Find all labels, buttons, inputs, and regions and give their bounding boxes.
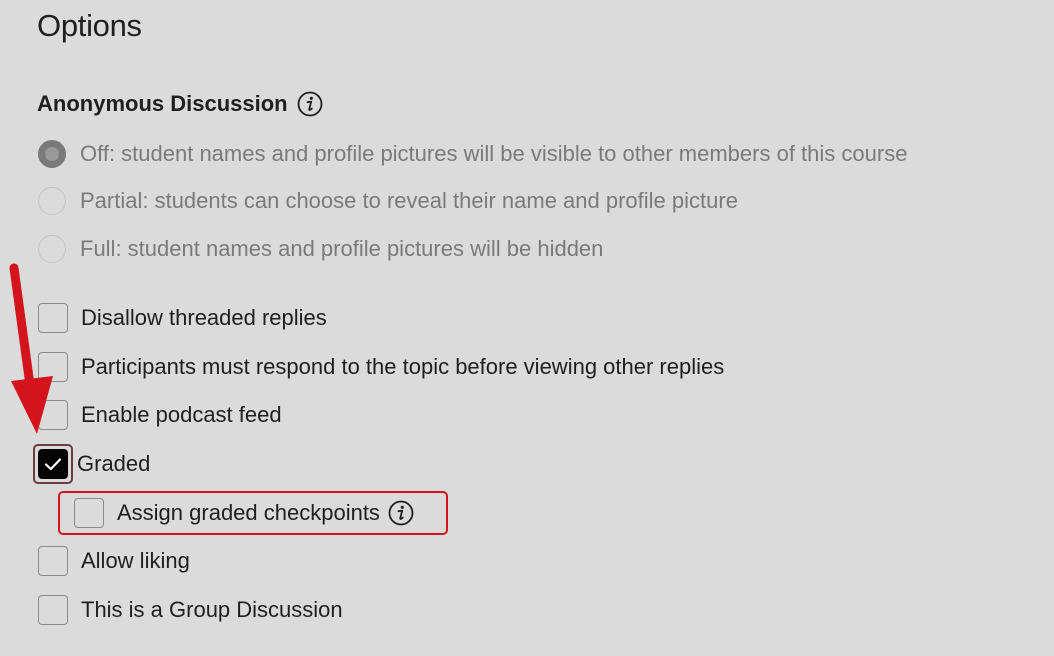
anonymous-discussion-label: Anonymous Discussion (37, 91, 288, 116)
options-heading: Options (37, 8, 142, 43)
must-respond-option[interactable]: Participants must respond to the topic b… (38, 351, 724, 383)
disallow-threaded-option[interactable]: Disallow threaded replies (38, 302, 327, 334)
graded-focus-ring (33, 444, 73, 484)
group-discussion-option[interactable]: This is a Group Discussion (38, 594, 343, 626)
podcast-feed-option[interactable]: Enable podcast feed (38, 399, 282, 431)
anonymous-option-full[interactable]: Full: student names and profile pictures… (38, 233, 603, 265)
anonymous-option-off-label: Off: student names and profile pictures … (80, 141, 908, 166)
anonymous-option-off[interactable]: Off: student names and profile pictures … (38, 138, 907, 170)
graded-checkpoints-label: Assign graded checkpoints (117, 500, 380, 525)
anonymous-discussion-title: Anonymous Discussion (37, 89, 323, 119)
group-discussion-checkbox[interactable] (38, 595, 68, 625)
radio-partial[interactable] (38, 187, 66, 215)
allow-liking-label: Allow liking (81, 548, 190, 573)
radio-full[interactable] (38, 235, 66, 263)
radio-off[interactable] (38, 140, 66, 168)
podcast-feed-label: Enable podcast feed (81, 402, 282, 427)
checkmark-icon (44, 458, 62, 471)
group-discussion-label: This is a Group Discussion (81, 597, 343, 622)
graded-option[interactable]: Graded (33, 444, 151, 484)
graded-checkbox[interactable] (38, 449, 68, 479)
disallow-threaded-checkbox[interactable] (38, 303, 68, 333)
graded-checkpoints-checkbox[interactable] (74, 498, 104, 528)
allow-liking-checkbox[interactable] (38, 546, 68, 576)
disallow-threaded-label: Disallow threaded replies (81, 305, 327, 330)
allow-liking-option[interactable]: Allow liking (38, 545, 190, 577)
must-respond-checkbox[interactable] (38, 352, 68, 382)
anonymous-option-partial-label: Partial: students can choose to reveal t… (80, 188, 738, 213)
graded-label: Graded (77, 451, 151, 476)
graded-checkpoints-option[interactable]: Assign graded checkpoints (74, 497, 414, 529)
must-respond-label: Participants must respond to the topic b… (81, 354, 725, 379)
info-icon[interactable] (297, 91, 323, 117)
podcast-feed-checkbox[interactable] (38, 400, 68, 430)
anonymous-option-full-label: Full: student names and profile pictures… (80, 236, 604, 261)
checkpoints-info-icon[interactable] (388, 500, 414, 526)
anonymous-option-partial[interactable]: Partial: students can choose to reveal t… (38, 185, 738, 217)
